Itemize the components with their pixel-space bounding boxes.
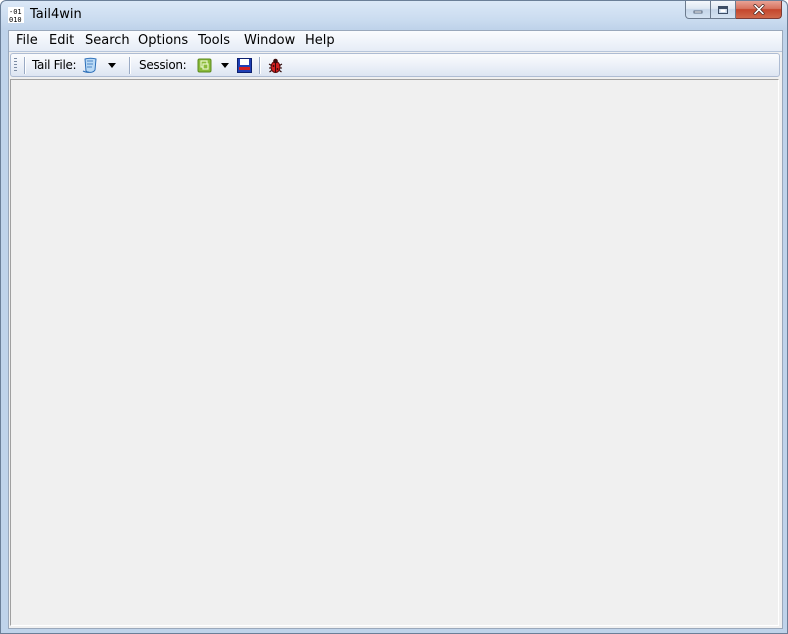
title-bar[interactable]: -01 010 Tail4win: [1, 1, 787, 29]
bug-icon[interactable]: [267, 57, 284, 74]
window-title: Tail4win: [30, 7, 82, 22]
save-icon[interactable]: [236, 57, 253, 74]
menu-search[interactable]: Search: [82, 33, 133, 49]
toolbar-grip[interactable]: [14, 58, 17, 73]
svg-text:010: 010: [9, 16, 22, 23]
caption-buttons: [685, 1, 782, 20]
chevron-down-icon: [108, 63, 116, 68]
minimize-button[interactable]: [685, 1, 711, 19]
tail-file-dropdown[interactable]: [107, 57, 117, 74]
menu-options[interactable]: Options: [135, 33, 191, 49]
toolbar-separator: [24, 57, 25, 74]
menu-bar: File Edit Search Options Tools Window He…: [9, 31, 782, 52]
app-window: -01 010 Tail4win File Edit Search Option…: [0, 0, 788, 634]
close-button[interactable]: [736, 1, 782, 19]
session-load-icon[interactable]: [196, 57, 213, 74]
main-mdi-area[interactable]: [10, 79, 779, 626]
toolbar-separator: [129, 57, 130, 74]
binary-010-icon[interactable]: -01 010: [8, 7, 24, 23]
menu-file[interactable]: File: [13, 33, 41, 49]
session-dropdown[interactable]: [220, 57, 230, 74]
menu-edit[interactable]: Edit: [46, 33, 77, 49]
toolbar: Tail File: Session:: [10, 53, 780, 77]
minimize-icon: [693, 10, 703, 13]
chevron-down-icon: [221, 63, 229, 68]
maximize-button[interactable]: [711, 1, 736, 19]
menu-help[interactable]: Help: [302, 33, 338, 49]
tail-file-label: Tail File:: [32, 58, 77, 72]
open-file-icon[interactable]: [82, 57, 99, 74]
session-label: Session:: [139, 58, 187, 72]
menu-tools[interactable]: Tools: [195, 33, 233, 49]
svg-text:-01: -01: [9, 8, 22, 16]
toolbar-separator: [259, 57, 260, 74]
client-area: File Edit Search Options Tools Window He…: [8, 30, 783, 629]
menu-window[interactable]: Window: [241, 33, 298, 49]
close-icon: [753, 4, 764, 15]
maximize-icon: [718, 5, 728, 14]
